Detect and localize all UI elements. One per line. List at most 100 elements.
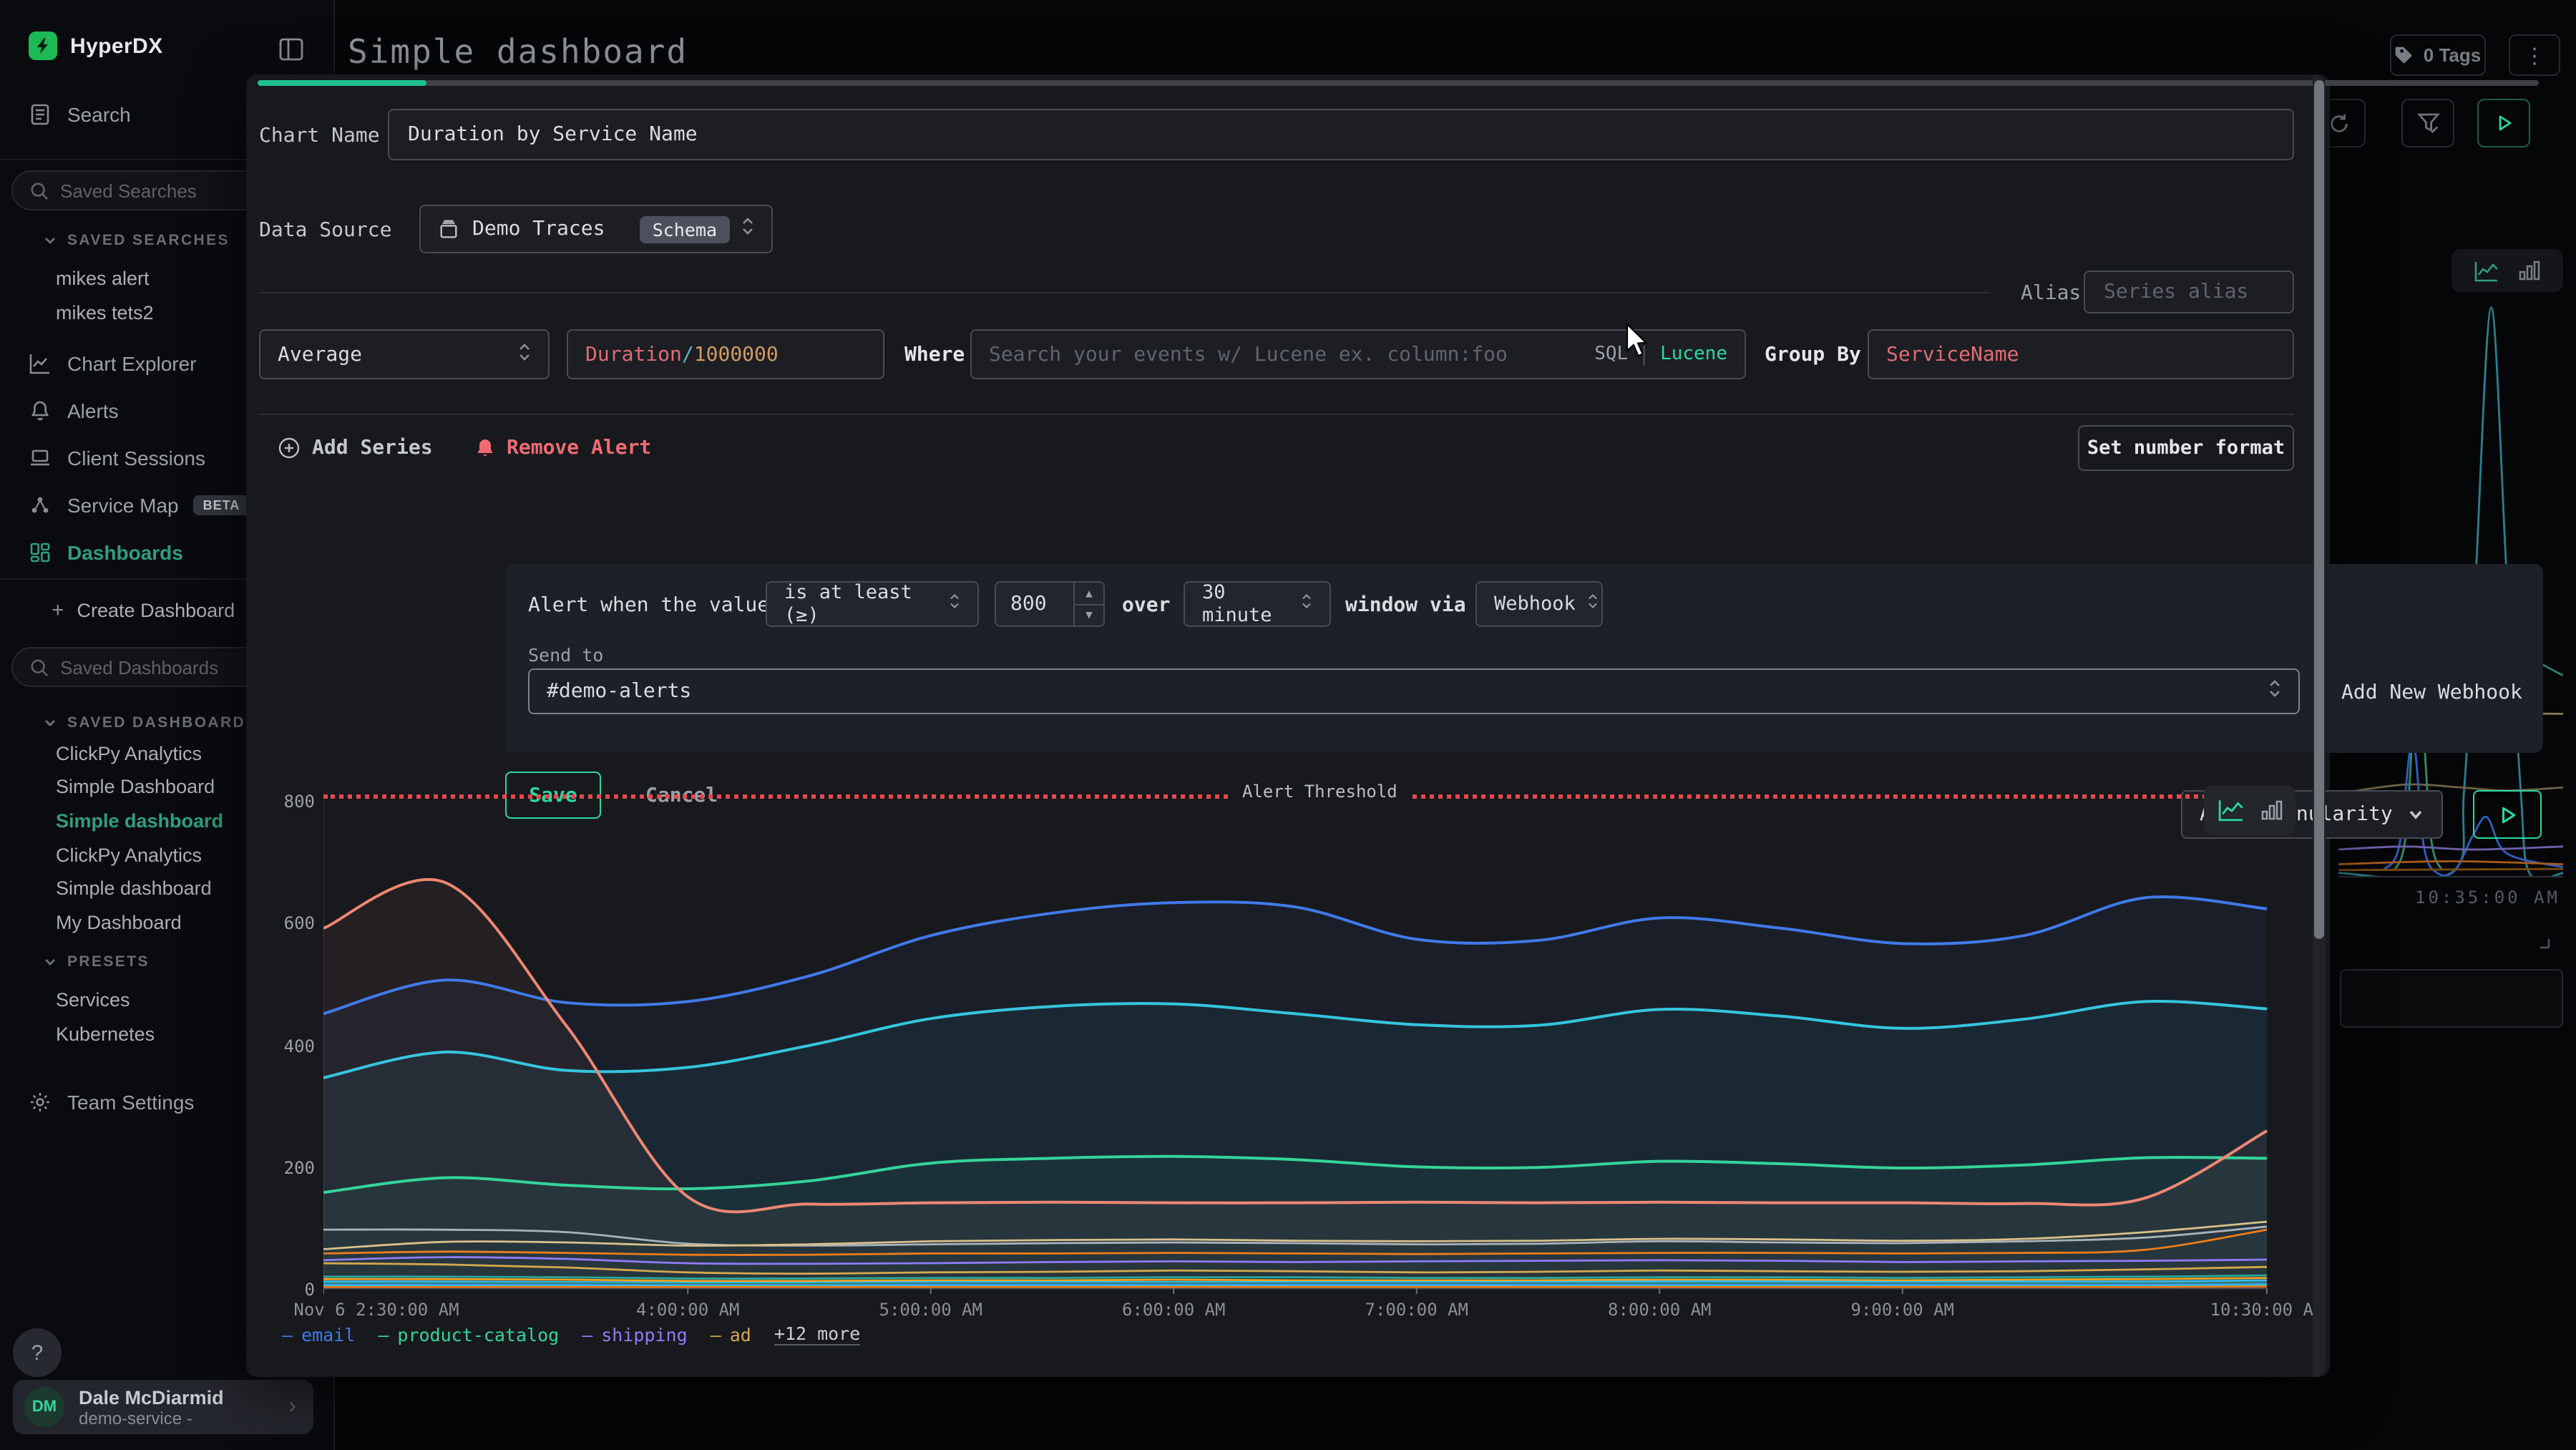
saved-dashboard-item[interactable]: Simple dashboard: [56, 805, 223, 837]
chevrons-updown-icon: [741, 216, 754, 242]
alias-label: Alias: [2021, 282, 2081, 305]
where-input[interactable]: Search your events w/ Lucene ex. column:…: [970, 329, 1746, 379]
refresh-icon: [2328, 112, 2350, 134]
chevron-down-icon: [2407, 806, 2424, 823]
group-by-label: Group By: [1765, 344, 1861, 366]
x-tick-label: 4:00:00 AM: [636, 1300, 740, 1320]
chevrons-updown-icon: [949, 593, 960, 615]
aggregation-select[interactable]: Average: [259, 329, 550, 379]
chevrons-updown-icon: [2268, 678, 2281, 704]
preset-item[interactable]: Services: [56, 983, 130, 1015]
legend-item-product-catalog[interactable]: —product-catalog: [378, 1323, 559, 1345]
series-alias-input[interactable]: [2084, 271, 2294, 313]
alert-threshold-input[interactable]: [996, 583, 1075, 626]
legend-swatch: —: [711, 1323, 721, 1345]
filter-edit-icon: [2416, 112, 2439, 135]
search-icon: [30, 658, 49, 676]
window-via-label: window via: [1345, 594, 1466, 617]
chevron-down-icon: [43, 955, 57, 969]
section-divider: [259, 292, 1991, 293]
section-divider: [259, 414, 2294, 415]
remove-alert-button[interactable]: Remove Alert: [475, 437, 651, 459]
chevrons-updown-icon: [1301, 593, 1312, 615]
saved-searches-header[interactable]: SAVED SEARCHES: [43, 232, 230, 249]
resize-handle-icon[interactable]: [2536, 930, 2550, 956]
y-tick-label: 800: [252, 792, 315, 812]
background-chart-type-toggle[interactable]: [2451, 249, 2563, 292]
mode-separator: |: [1638, 343, 1650, 366]
alert-channel-select[interactable]: Webhook: [1475, 581, 1603, 627]
chevrons-updown-icon: [518, 341, 531, 367]
add-new-webhook-button[interactable]: Add New Webhook: [2341, 681, 2522, 704]
saved-dashboard-item[interactable]: ClickPy Analytics: [56, 839, 202, 870]
avatar: DM: [24, 1387, 64, 1427]
run-chart-button[interactable]: [2473, 790, 2542, 839]
aggregation-field-value: Duration/1000000: [585, 343, 779, 366]
saved-search-item[interactable]: mikes alert: [56, 262, 150, 293]
saved-dashboard-item[interactable]: Simple Dashboard: [56, 771, 215, 802]
saved-search-item[interactable]: mikes tets2: [56, 296, 154, 328]
legend-item-email[interactable]: —email: [282, 1323, 355, 1345]
search-icon: [30, 181, 49, 200]
duration-chart: [323, 796, 2298, 1294]
presets-header[interactable]: PRESETS: [43, 953, 150, 970]
bell-icon: [475, 437, 495, 459]
saved-dashboard-item[interactable]: My Dashboard: [56, 907, 182, 938]
add-series-button[interactable]: Add Series: [278, 437, 433, 459]
tags-button[interactable]: 0 Tags: [2390, 34, 2486, 76]
search-doc-icon: [29, 103, 52, 126]
preset-item[interactable]: Kubernetes: [56, 1018, 155, 1049]
kebab-menu-button[interactable]: ⋮: [2509, 34, 2560, 76]
filter-button[interactable]: [2401, 99, 2454, 147]
where-placeholder: Search your events w/ Lucene ex. column:…: [989, 343, 1594, 366]
database-icon: [438, 218, 459, 240]
data-source-select[interactable]: Demo Traces Schema: [419, 205, 773, 253]
chart-icon: [29, 352, 52, 375]
group-by-input[interactable]: ServiceName: [1868, 329, 2294, 379]
gear-icon: [29, 1091, 52, 1114]
scrollbar-thumb[interactable]: [2314, 80, 2324, 939]
schema-badge: Schema: [640, 215, 730, 243]
chart-type-toggle[interactable]: [2204, 786, 2296, 835]
page-title: Simple dashboard: [348, 34, 688, 72]
over-label: over: [1122, 594, 1170, 617]
saved-dashboard-item[interactable]: ClickPy Analytics: [56, 737, 202, 769]
brand[interactable]: HyperDX: [29, 31, 163, 60]
play-icon: [2498, 805, 2517, 824]
where-label: Where: [904, 344, 965, 366]
modal-scrollbar[interactable]: [2313, 74, 2326, 1377]
run-query-button-background[interactable]: [2477, 99, 2530, 147]
help-button[interactable]: ?: [13, 1328, 62, 1377]
aggregation-field-input[interactable]: Duration/1000000: [567, 329, 884, 379]
x-tick-label: 7:00:00 AM: [1365, 1300, 1469, 1320]
bell-icon: [29, 399, 52, 422]
line-chart-icon: [2218, 799, 2243, 822]
set-number-format-button[interactable]: Set number format: [2078, 425, 2294, 471]
progress-bar-fill: [258, 80, 426, 86]
spinner-up-button[interactable]: ▲: [1075, 583, 1103, 603]
legend-item-ad[interactable]: —ad: [711, 1323, 751, 1345]
user-card[interactable]: DM Dale McDiarmid demo-service - ›: [13, 1380, 313, 1434]
alert-panel: Alert when the value is at least (≥) ▲ ▼…: [505, 564, 2543, 753]
webhook-select[interactable]: #demo-alerts: [528, 668, 2300, 714]
legend-item-shipping[interactable]: —shipping: [582, 1323, 688, 1345]
chevron-right-icon: ›: [288, 1394, 296, 1420]
chart-name-input[interactable]: [388, 109, 2294, 160]
spinner-down-button[interactable]: ▼: [1075, 603, 1103, 626]
sidebar-collapse-button[interactable]: [278, 36, 305, 63]
lucene-mode-button[interactable]: Lucene: [1660, 344, 1727, 365]
saved-dashboards-header[interactable]: SAVED DASHBOARDS: [43, 714, 258, 731]
x-tick-label: 6:00:00 AM: [1122, 1300, 1226, 1320]
saved-dashboard-item[interactable]: Simple dashboard: [56, 873, 212, 905]
sql-mode-button[interactable]: SQL: [1594, 344, 1628, 365]
create-dashboard-button[interactable]: + Create Dashboard: [52, 594, 235, 626]
chevron-down-icon: [43, 716, 57, 730]
chevron-down-icon: [43, 233, 57, 248]
alert-prefix-text: Alert when the value: [528, 594, 769, 617]
legend-more-button[interactable]: +12 more: [774, 1323, 860, 1346]
legend-swatch: —: [582, 1323, 592, 1345]
series-line: [323, 1285, 2267, 1286]
bar-chart-icon: [2519, 260, 2540, 281]
alert-condition-select[interactable]: is at least (≥): [766, 581, 979, 627]
alert-window-select[interactable]: 30 minute: [1184, 581, 1331, 627]
